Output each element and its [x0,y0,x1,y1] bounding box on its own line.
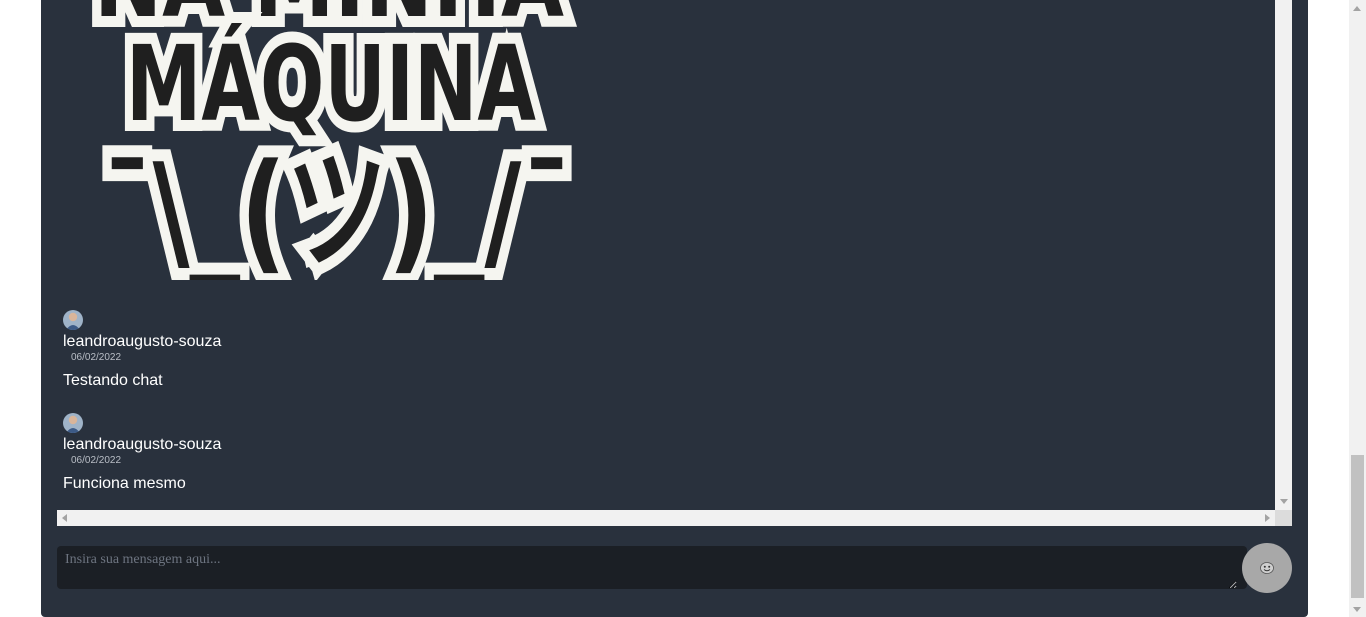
message-author: leandroaugusto-souza [63,333,222,350]
message-item: leandroaugusto-souza 06/02/2022 Funciona… [63,413,221,494]
page-scroll-down-icon[interactable] [1353,607,1361,612]
scroll-right-arrow-icon[interactable] [1265,514,1270,522]
sticker-image: .stk-text { font-family: "DejaVu Sans", … [83,0,584,280]
message-text: Funciona mesmo [63,475,186,492]
scroll-down-arrow-icon[interactable] [1280,499,1288,504]
page-scrollbar[interactable] [1349,0,1366,617]
message-date: 06/02/2022 [71,455,122,466]
message-composer [57,546,1247,589]
page-scroll-up-icon[interactable] [1353,6,1361,11]
page-scroll-thumb[interactable] [1351,455,1364,598]
message-input[interactable] [57,546,1237,589]
message-list-horizontal-scrollbar[interactable] [57,510,1275,526]
avatar [63,413,83,433]
sticker-line-2: MÁQUINA [126,23,536,145]
scroll-left-arrow-icon[interactable] [62,514,67,522]
page: .stk-text { font-family: "DejaVu Sans", … [0,0,1366,617]
sticker-shrug: ¯\_(ツ)_/¯ [102,135,572,280]
message-date: 06/02/2022 [71,352,122,363]
scrollbar-corner [1275,510,1292,526]
avatar [63,310,83,330]
message-list[interactable]: .stk-text { font-family: "DejaVu Sans", … [57,0,1275,510]
message-list-vertical-scrollbar[interactable] [1275,0,1292,510]
message-item: leandroaugusto-souza 06/02/2022 Testando… [63,310,221,391]
message-text: Testando chat [63,372,163,389]
emoji-button[interactable] [1242,543,1292,593]
chat-panel: .stk-text { font-family: "DejaVu Sans", … [41,0,1308,617]
emoji-icon [1260,562,1274,574]
message-author: leandroaugusto-souza [63,436,222,453]
